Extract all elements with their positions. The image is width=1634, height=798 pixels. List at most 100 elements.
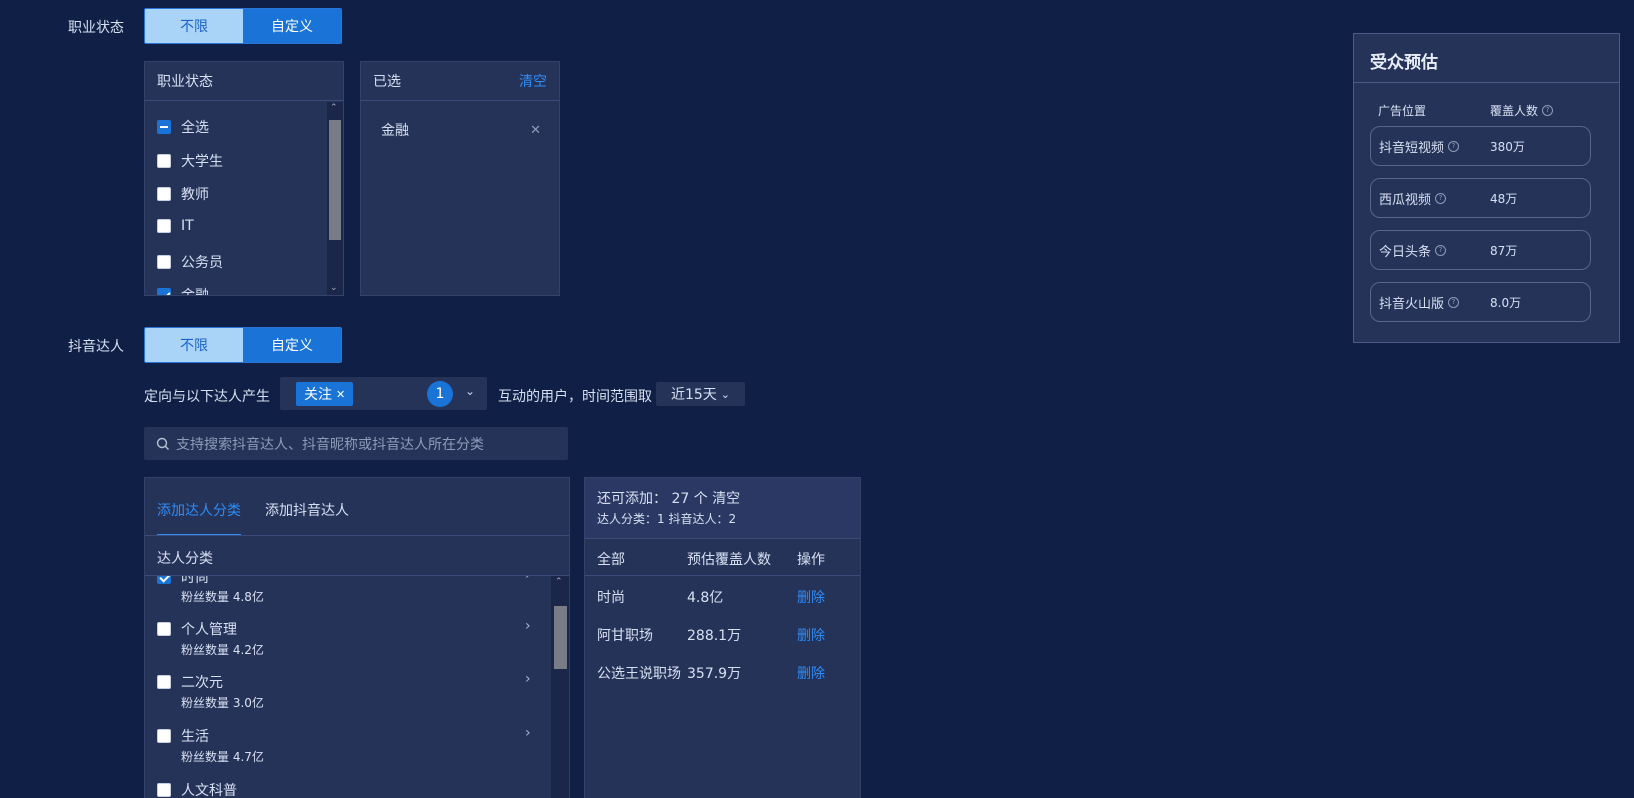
occupation-item[interactable]: 教师 (157, 184, 209, 204)
coverage-count: 8.0万 (1490, 295, 1522, 310)
influencer-category-panel: 添加达人分类 添加抖音达人 达人分类 时尚 粉丝数量 4.8亿 › 个人管理 粉… (144, 477, 570, 798)
scroll-up-icon[interactable]: ⌃ (555, 577, 563, 587)
selected-influencer-panel: 还可添加： 27 个 清空 达人分类：1 抖音达人：2 全部 预估覆盖人数 操作… (584, 477, 861, 798)
remaining-unit: 个 (693, 491, 708, 507)
category-name: 生活 (181, 729, 209, 745)
delete-button[interactable]: 删除 (797, 587, 825, 607)
help-icon[interactable]: ? (1435, 192, 1447, 204)
coverage-count: 48万 (1490, 191, 1518, 206)
influencer-unlimited-option[interactable]: 不限 (145, 328, 243, 362)
category-checkbox[interactable] (157, 675, 171, 689)
influencer-search-input[interactable]: 支持搜索抖音达人、抖音昵称或抖音达人所在分类 (144, 427, 568, 460)
chevron-right-icon[interactable]: › (525, 725, 531, 741)
category-item[interactable]: 二次元 (157, 672, 223, 692)
coverage-count: 380万 (1490, 139, 1525, 154)
influencer-custom-option[interactable]: 自定义 (243, 328, 341, 362)
help-icon[interactable]: ? (1542, 105, 1554, 116)
occupation-item[interactable]: 公务员 (157, 252, 223, 272)
influencer-label: 抖音达人 (68, 339, 124, 355)
occupation-list-title: 职业状态 (157, 74, 213, 90)
occupation-scrollbar[interactable]: ⌃ ⌄ (327, 102, 343, 295)
clear-all-button[interactable]: 清空 (712, 491, 740, 507)
targeting-sentence-suffix: 互动的用户，时间范围取 (498, 389, 652, 405)
placement-label: 抖音短视频 (1379, 140, 1445, 156)
search-placeholder: 支持搜索抖音达人、抖音昵称或抖音达人所在分类 (176, 436, 484, 453)
table-row-coverage: 288.1万 (687, 628, 742, 644)
search-icon (156, 437, 169, 450)
occupation-item-label: 全选 (181, 120, 209, 136)
selected-header: 已选 清空 (361, 62, 559, 101)
occupation-checkbox[interactable] (157, 255, 171, 269)
scroll-thumb[interactable] (554, 606, 567, 669)
time-range-select[interactable]: 近15天 ⌄ (656, 382, 745, 406)
scroll-up-icon[interactable]: ⌃ (330, 103, 338, 113)
estimate-row: 今日头条? 87万 (1370, 230, 1591, 270)
tab-add-category[interactable]: 添加达人分类 (157, 500, 241, 520)
category-item[interactable]: 时尚 (157, 576, 209, 587)
help-icon[interactable]: ? (1448, 296, 1460, 308)
occupation-checkbox[interactable] (157, 219, 171, 233)
delete-button[interactable]: 删除 (797, 625, 825, 645)
occupation-checkbox[interactable] (157, 288, 171, 295)
table-row-name: 公选王说职场 (597, 666, 681, 682)
follow-tag: 关注 ✕ (296, 382, 354, 406)
occupation-selected-panel: 已选 清空 金融 ✕ (360, 61, 560, 296)
table-header-divider (585, 575, 860, 576)
occupation-checkbox[interactable] (157, 154, 171, 168)
occupation-item[interactable]: 大学生 (157, 151, 223, 171)
category-fans: 粉丝数量 4.7亿 (181, 750, 264, 764)
tag-close-icon[interactable]: ✕ (336, 388, 345, 401)
chevron-right-icon[interactable]: › (525, 576, 531, 583)
occupation-unlimited-option[interactable]: 不限 (145, 9, 243, 43)
remaining-prefix: 还可添加： (597, 491, 667, 507)
scroll-thumb[interactable] (329, 120, 341, 240)
occupation-checkbox[interactable] (157, 187, 171, 201)
remaining-count: 27 (671, 491, 690, 507)
category-checkbox[interactable] (157, 622, 171, 636)
remove-icon[interactable]: ✕ (530, 123, 541, 138)
scroll-down-icon[interactable]: ⌄ (330, 283, 338, 293)
selection-summary: 还可添加： 27 个 清空 达人分类：1 抖音达人：2 (585, 478, 860, 538)
interaction-type-select[interactable]: 关注 ✕ 1 ⌄ (280, 377, 487, 410)
category-checkbox[interactable] (157, 729, 171, 743)
estimate-row: 抖音短视频? 380万 (1370, 126, 1591, 166)
placement-name: 今日头条? (1379, 241, 1447, 260)
occupation-custom-option[interactable]: 自定义 (243, 9, 341, 43)
placement-label: 今日头条 (1379, 244, 1432, 260)
category-item[interactable]: 人文科普 (157, 780, 237, 798)
help-icon[interactable]: ? (1448, 140, 1460, 152)
placement-label: 西瓜视频 (1379, 192, 1432, 208)
estimate-divider (1354, 82, 1619, 83)
column-header-coverage: 预估覆盖人数 (687, 552, 771, 568)
placement-column-header: 广告位置 (1378, 104, 1427, 118)
placement-name: 抖音短视频? (1379, 137, 1460, 156)
clear-selected-button[interactable]: 清空 (519, 71, 547, 91)
category-checkbox[interactable] (157, 783, 171, 797)
estimate-title: 受众预估 (1370, 53, 1438, 73)
tab-add-influencer[interactable]: 添加抖音达人 (265, 500, 349, 520)
category-checkbox[interactable] (157, 576, 171, 584)
occupation-item-label: IT (181, 218, 194, 234)
selected-item-label: 金融 (381, 123, 409, 139)
chevron-right-icon[interactable]: › (525, 671, 531, 687)
delete-button[interactable]: 删除 (797, 663, 825, 683)
chevron-right-icon[interactable]: › (525, 618, 531, 634)
occupation-item[interactable]: 金融 (157, 285, 209, 295)
category-scrollbar[interactable]: ⌃ (551, 576, 569, 798)
category-fans: 粉丝数量 3.0亿 (181, 696, 264, 710)
occupation-item-label: 公务员 (181, 255, 223, 271)
chevron-down-icon: ⌄ (720, 387, 731, 401)
occupation-item[interactable]: 全选 (157, 117, 209, 137)
occupation-item-label: 大学生 (181, 154, 223, 170)
follow-tag-label: 关注 (304, 387, 332, 403)
category-item[interactable]: 个人管理 (157, 619, 237, 639)
targeting-sentence-prefix: 定向与以下达人产生 (144, 389, 270, 405)
occupation-mode-toggle: 不限 自定义 (144, 8, 342, 44)
occupation-label: 职业状态 (68, 20, 124, 36)
estimate-row: 西瓜视频? 48万 (1370, 178, 1591, 218)
select-all-checkbox[interactable] (157, 120, 171, 134)
selected-title: 已选 (373, 74, 401, 90)
help-icon[interactable]: ? (1435, 244, 1447, 256)
category-item[interactable]: 生活 (157, 726, 209, 746)
occupation-item[interactable]: IT (157, 218, 194, 234)
